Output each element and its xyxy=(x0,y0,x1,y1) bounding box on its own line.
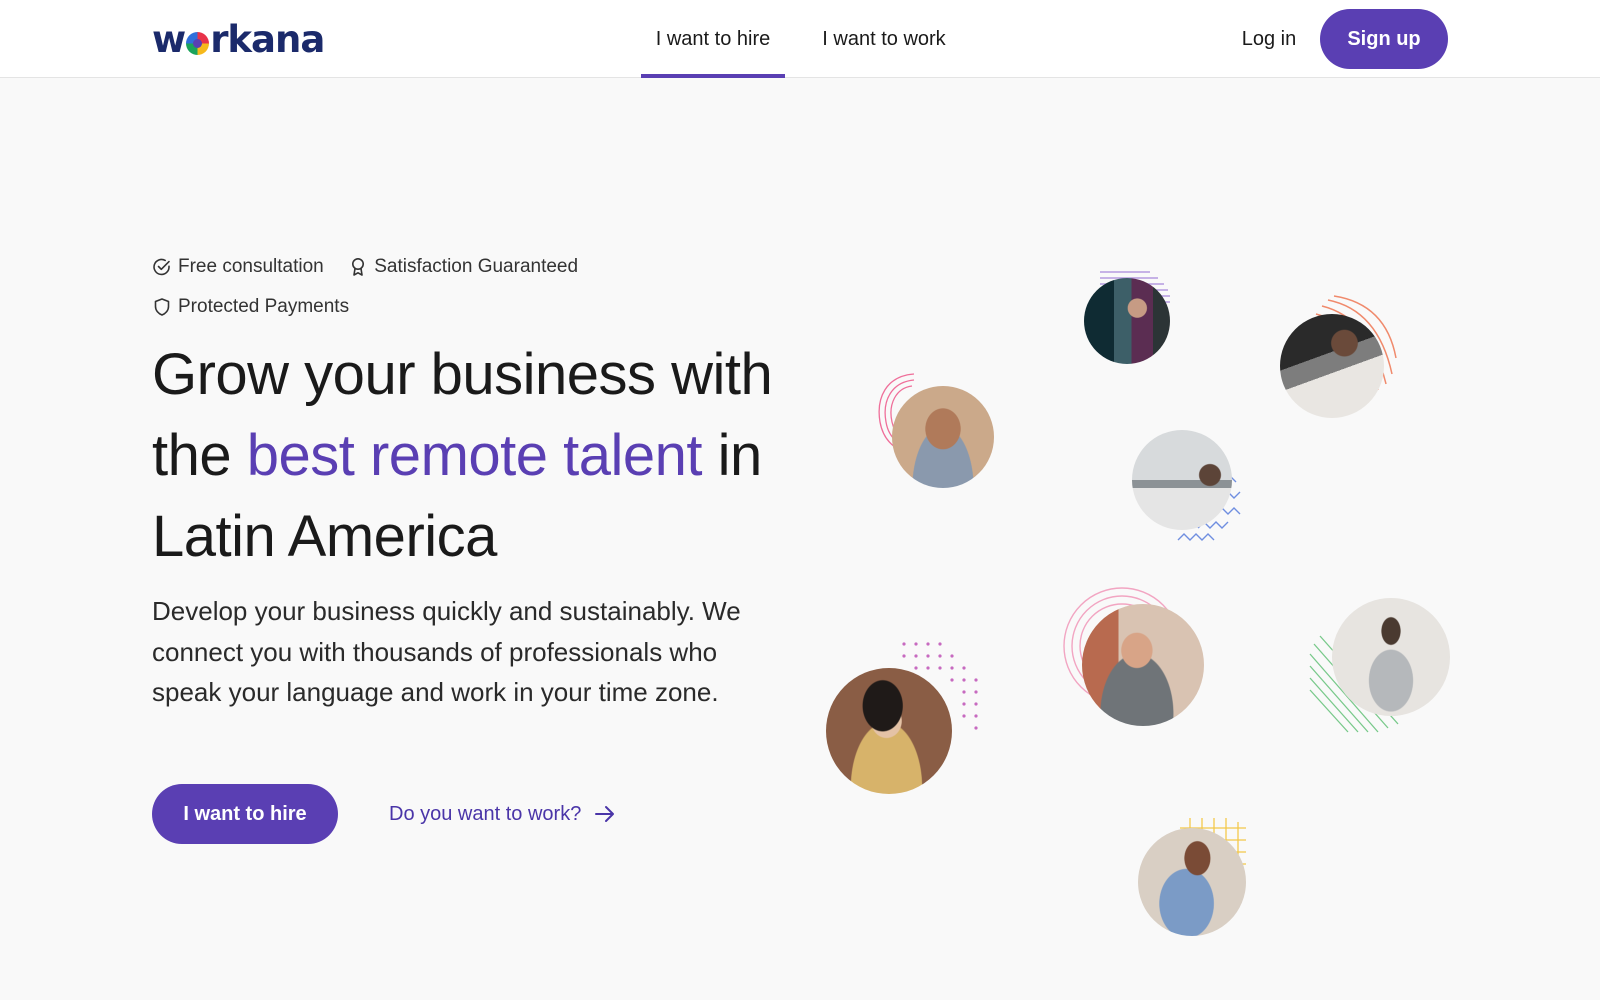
photo-woman-podcast xyxy=(1082,604,1204,726)
freelancer-photo-collage xyxy=(820,250,1460,970)
tab-label: I want to hire xyxy=(655,27,771,50)
shield-icon xyxy=(154,298,170,316)
arrow-right-icon xyxy=(595,806,615,822)
photo-woman-writing xyxy=(1138,828,1246,936)
logo-text-end: rkana xyxy=(210,17,325,61)
photo-man-with-laptop xyxy=(1280,314,1384,418)
badge-label: Protected Payments xyxy=(178,296,350,317)
photo-woman-sitting-floor xyxy=(1332,598,1450,716)
hero-description: Develop your business quickly and sustai… xyxy=(152,596,741,707)
hero-headline: Grow your business with the best remote … xyxy=(152,334,832,577)
badge-label: Satisfaction Guaranteed xyxy=(374,256,579,277)
hire-cta-button[interactable]: I want to hire xyxy=(152,784,338,844)
work-cta-label: Do you want to work? xyxy=(389,802,582,825)
photo-woman-presenting xyxy=(1084,278,1170,364)
photo-woman-thinking xyxy=(826,668,952,794)
tab-label: I want to work xyxy=(822,27,946,50)
tab-i-want-to-work[interactable]: I want to work xyxy=(810,0,958,78)
photo-man-at-computer xyxy=(1132,430,1232,530)
trust-badges: Free consultation Satisfaction Guarantee… xyxy=(152,252,712,332)
login-link[interactable]: Log in xyxy=(1236,20,1302,58)
top-navbar: w rkana I want to hire I want to work Log… xyxy=(0,0,1600,78)
photo-smiling-man-glasses xyxy=(892,386,994,488)
tab-i-want-to-hire[interactable]: I want to hire xyxy=(641,0,785,78)
workana-logo[interactable]: w rkana xyxy=(152,14,325,64)
logo-colorful-o-icon xyxy=(186,31,210,55)
logo-text-start: w xyxy=(152,17,186,61)
badge-satisfaction-guaranteed: Satisfaction Guaranteed xyxy=(348,252,578,282)
badge-label: Free consultation xyxy=(178,256,324,277)
signup-button[interactable]: Sign up xyxy=(1320,9,1448,69)
work-cta-link[interactable]: Do you want to work? xyxy=(389,798,617,830)
badge-free-consultation: Free consultation xyxy=(152,252,324,282)
award-icon xyxy=(352,258,365,276)
check-circle-icon xyxy=(153,258,170,276)
badge-protected-payments: Protected Payments xyxy=(152,292,349,322)
headline-accent-text: best remote talent xyxy=(246,423,703,488)
